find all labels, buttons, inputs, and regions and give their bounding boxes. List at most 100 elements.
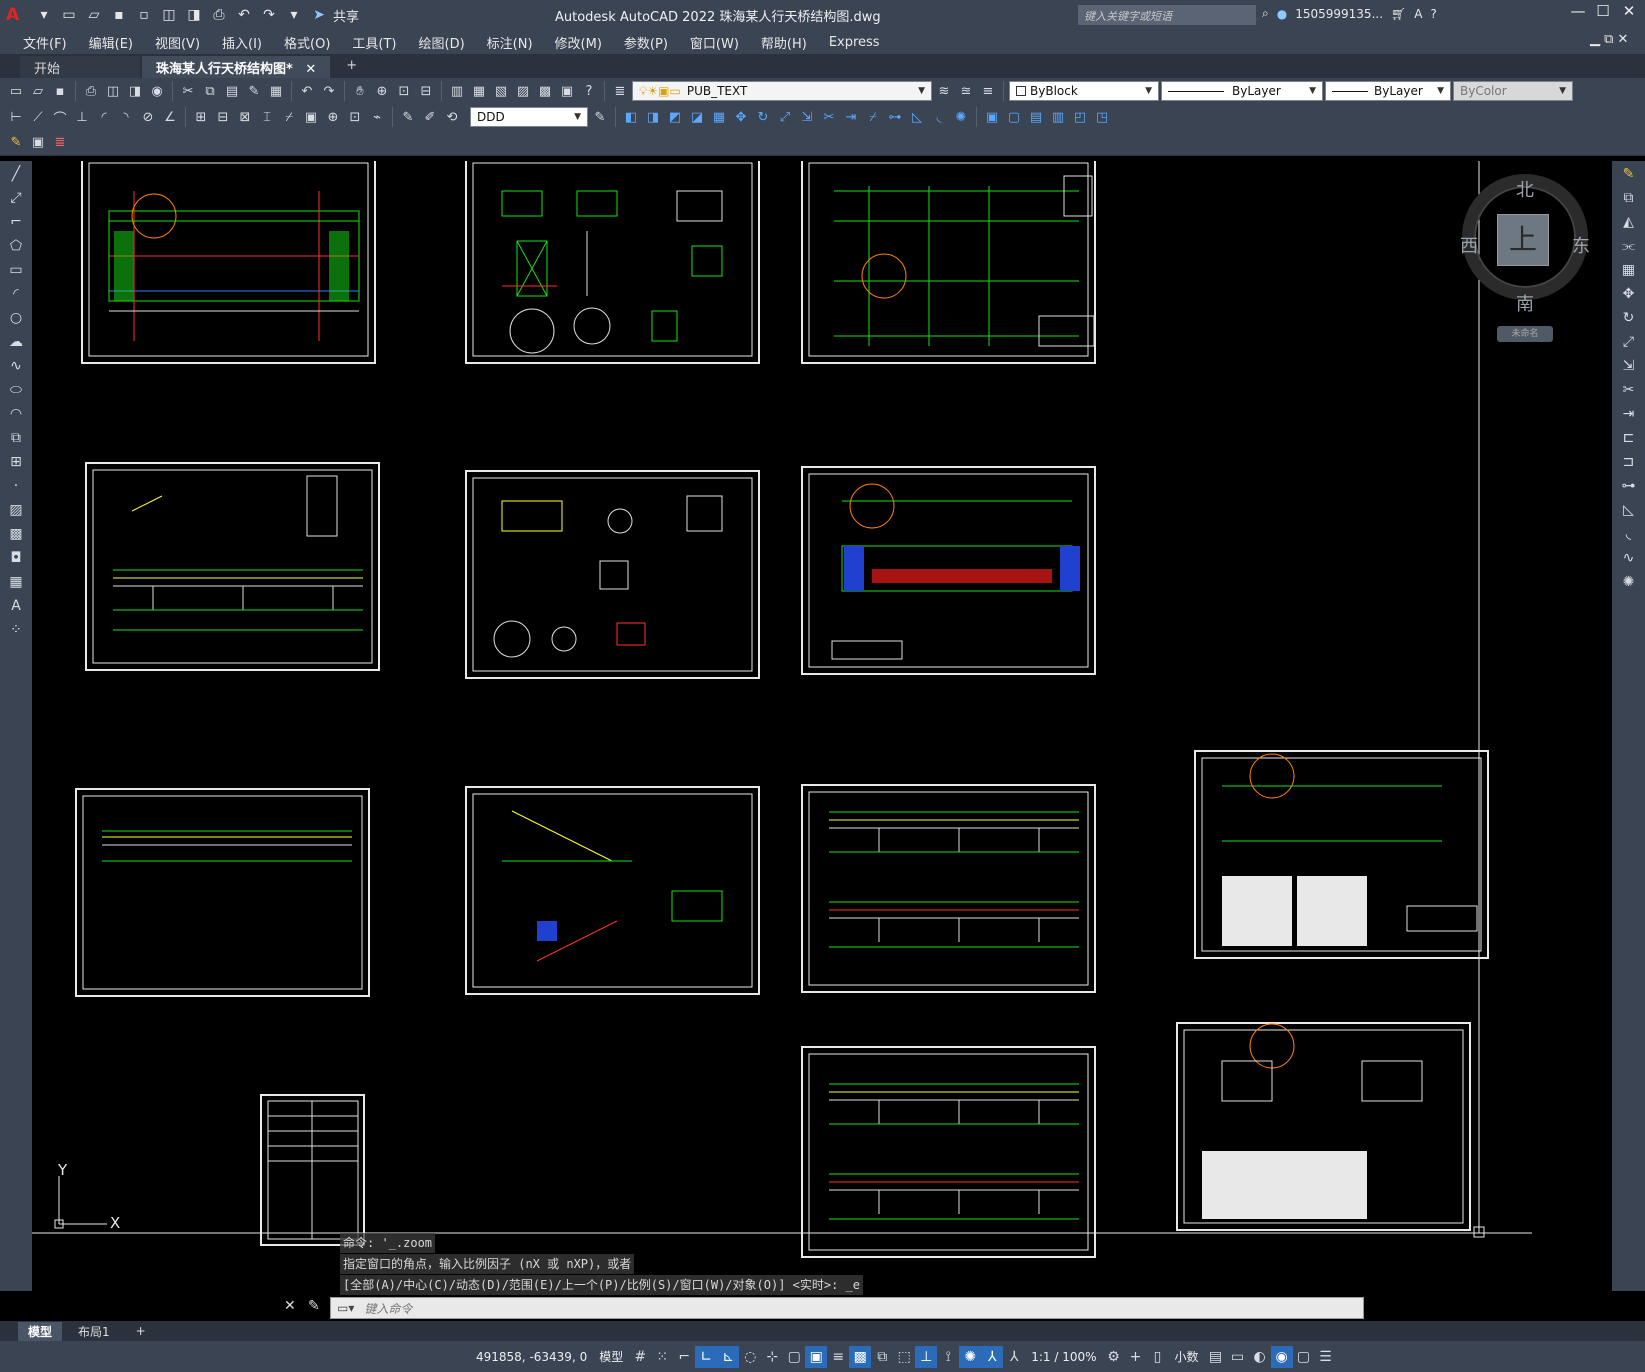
explode-icon[interactable]: ✺ xyxy=(951,107,971,127)
dim-update-icon[interactable]: ⟲ xyxy=(442,107,462,127)
tab-drawing[interactable]: 珠海某人行天桥结构图* ✕ xyxy=(142,56,331,78)
open-icon[interactable]: ▱ xyxy=(28,81,48,101)
fillet-icon[interactable]: ◟ xyxy=(929,107,949,127)
menu-modify[interactable]: 修改(M) xyxy=(544,33,613,52)
draw-order-icon[interactable]: ▥ xyxy=(1048,107,1068,127)
sheet-elevation-4[interactable] xyxy=(801,1046,1096,1258)
array-icon[interactable]: ▦ xyxy=(709,107,729,127)
aligned-dim-icon[interactable]: ⟋ xyxy=(28,107,48,127)
command-close-icon[interactable]: ✕ xyxy=(284,1298,296,1314)
space-icon[interactable]: ⌶ xyxy=(257,107,277,127)
save-as-icon[interactable]: ▫ xyxy=(133,4,155,26)
isolate-icon[interactable]: ◐ xyxy=(1249,1346,1271,1368)
linetype-dropdown[interactable]: ByLayer ▼ xyxy=(1161,81,1323,101)
color-dropdown[interactable]: ByBlock ▼ xyxy=(1009,81,1159,101)
block-editor-icon[interactable]: ▦ xyxy=(266,81,286,101)
dynamic-input-icon[interactable]: ⊥ xyxy=(915,1345,938,1368)
tab-model[interactable]: 模型 xyxy=(18,1321,63,1341)
explode-icon[interactable]: ✺ xyxy=(1618,571,1640,593)
add-layout-button[interactable]: + xyxy=(126,1323,156,1339)
autocad-logo-icon[interactable]: A xyxy=(6,5,30,25)
search-icon[interactable]: ⌕ xyxy=(1262,6,1269,21)
menu-window[interactable]: 窗口(W) xyxy=(679,33,750,52)
design-center-icon[interactable]: ▦ xyxy=(469,81,489,101)
a360-icon[interactable]: A xyxy=(1414,7,1422,21)
erase-icon[interactable]: ◧ xyxy=(621,107,641,127)
scale-icon[interactable]: ⤢ xyxy=(775,107,795,127)
redo-icon[interactable]: ↷ xyxy=(319,81,339,101)
undo-icon[interactable]: ↶ xyxy=(297,81,317,101)
dim-edit-icon[interactable]: ✎ xyxy=(398,107,418,127)
gizmo-icon[interactable]: ⟟ xyxy=(937,1346,959,1368)
command-input[interactable]: 键入命令 xyxy=(364,1300,412,1317)
rectangle-icon[interactable]: ▭ xyxy=(5,259,27,281)
maximize-button[interactable]: ☐ xyxy=(1592,2,1614,20)
annotation-scale[interactable]: 1:1 / 100% xyxy=(1025,1350,1102,1364)
offset-icon[interactable]: ⫘ xyxy=(1618,235,1640,257)
cart-icon[interactable]: 🛒︎ xyxy=(1391,7,1406,21)
redo-icon[interactable]: ↷ xyxy=(258,4,280,26)
array-icon[interactable]: ▦ xyxy=(1618,259,1640,281)
polygon-icon[interactable]: ⬠ xyxy=(5,235,27,257)
trim-icon[interactable]: ✂ xyxy=(819,107,839,127)
object-track-icon[interactable]: ⊹ xyxy=(761,1346,783,1368)
fillet-icon[interactable]: ◟ xyxy=(1618,523,1640,545)
sheet-plan-3[interactable] xyxy=(1194,750,1489,959)
open-folder-icon[interactable]: ▱ xyxy=(83,4,105,26)
table-icon[interactable]: ▦ xyxy=(5,571,27,593)
annotation-scale-icon[interactable]: ⅄ xyxy=(1003,1346,1025,1368)
tab-layout1[interactable]: 布局1 xyxy=(68,1322,120,1341)
sheet-table[interactable] xyxy=(260,1094,365,1246)
user-icon[interactable]: ● xyxy=(1277,7,1287,21)
hardware-accel-icon[interactable]: ◉ xyxy=(1270,1345,1293,1368)
command-prompt-icon[interactable]: ▭▾ xyxy=(337,1301,354,1315)
undo-icon[interactable]: ↶ xyxy=(233,4,255,26)
menu-express[interactable]: Express xyxy=(818,35,891,50)
inspect-icon[interactable]: ⊡ xyxy=(345,107,365,127)
cut-icon[interactable]: ✂ xyxy=(178,81,198,101)
grid-icon[interactable]: # xyxy=(629,1346,651,1368)
ellipse-icon[interactable]: ⬭ xyxy=(5,379,27,401)
move-icon[interactable]: ✥ xyxy=(731,107,751,127)
join-icon[interactable]: ⊶ xyxy=(885,107,905,127)
break-object-icon[interactable]: ⌿ xyxy=(863,107,883,127)
sheet-plan-2[interactable] xyxy=(801,466,1096,675)
selection-cycling-icon[interactable]: ⧉ xyxy=(871,1346,893,1368)
polyline-icon[interactable]: ⌐ xyxy=(5,211,27,233)
paste-icon[interactable]: ▤ xyxy=(222,81,242,101)
continue-icon[interactable]: ⊠ xyxy=(235,107,255,127)
sheet-stairs[interactable] xyxy=(465,786,760,995)
line-icon[interactable]: ╱ xyxy=(5,163,27,185)
share-label[interactable]: 共享 xyxy=(333,6,359,25)
publish-icon[interactable]: ◨ xyxy=(125,81,145,101)
menu-view[interactable]: 视图(V) xyxy=(144,33,211,52)
new-icon[interactable]: ▭ xyxy=(6,81,26,101)
zoom-realtime-icon[interactable]: ⊕ xyxy=(372,81,392,101)
calculator-icon[interactable]: ▣ xyxy=(557,81,577,101)
edit-text-icon[interactable]: ✎ xyxy=(6,133,26,153)
bring-front-icon[interactable]: ◰ xyxy=(1070,107,1090,127)
annotation-monitor-icon[interactable]: + xyxy=(1125,1346,1147,1368)
command-line[interactable]: ▭▾ 键入命令 xyxy=(330,1297,1364,1319)
diameter-icon[interactable]: ⊘ xyxy=(138,107,158,127)
save-icon[interactable]: ▪ xyxy=(50,81,70,101)
erase-icon[interactable]: ✎ xyxy=(1618,163,1640,185)
web-save-icon[interactable]: ◫ xyxy=(158,4,180,26)
mtext-icon[interactable]: A xyxy=(5,595,27,617)
lock-ui-icon[interactable]: ▭ xyxy=(1227,1346,1249,1368)
break-icon[interactable]: ⌿ xyxy=(279,107,299,127)
help-icon[interactable]: ? xyxy=(1430,7,1436,21)
construction-line-icon[interactable]: ⤢ xyxy=(5,187,27,209)
zoom-window-icon[interactable]: ⊡ xyxy=(394,81,414,101)
layer-manager-icon[interactable]: ≣ xyxy=(610,81,630,101)
rotate-icon[interactable]: ↻ xyxy=(753,107,773,127)
print-icon[interactable]: ⎙ xyxy=(208,4,230,26)
quick-properties-icon[interactable]: ▤ xyxy=(1205,1346,1227,1368)
sheet-plan-1[interactable] xyxy=(81,161,376,364)
ungroup-icon[interactable]: ▢ xyxy=(1004,107,1024,127)
new-file-icon[interactable]: ▭ xyxy=(58,4,80,26)
baseline-icon[interactable]: ⊟ xyxy=(213,107,233,127)
units-value[interactable]: 小数 xyxy=(1169,1348,1205,1365)
layer-tool-icon[interactable]: ≣ xyxy=(50,133,70,153)
menu-file[interactable]: 文件(F) xyxy=(12,33,78,52)
